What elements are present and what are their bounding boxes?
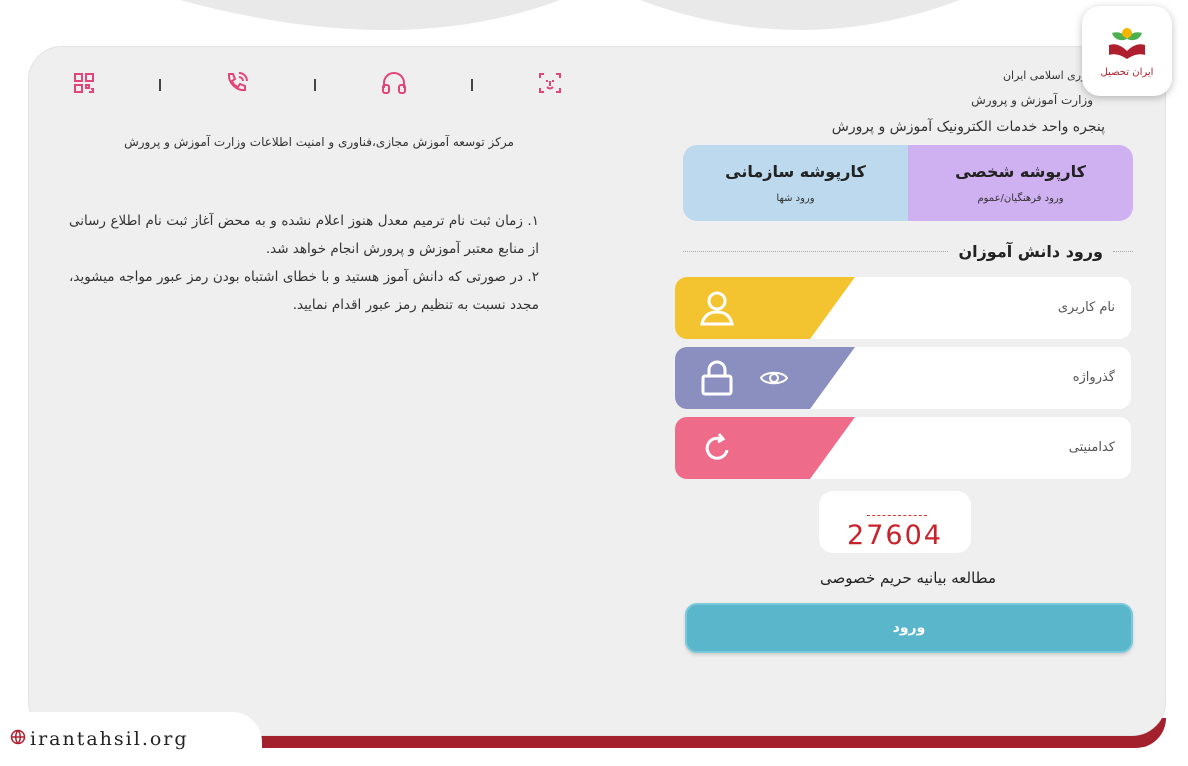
separator (471, 79, 474, 91)
divider (1113, 250, 1133, 252)
ministry-name: وزارت آموزش و پرورش (971, 93, 1093, 107)
login-type-tabs: کارپوشه سازمانی ورود شها کارپوشه شخصی ور… (683, 145, 1133, 221)
separator (158, 79, 161, 91)
eye-icon[interactable] (759, 367, 789, 393)
username-field[interactable]: نام کاربری (675, 277, 1131, 339)
section-title: ورود دانش آموزان (683, 239, 1133, 263)
book-sprout-icon (1109, 27, 1145, 59)
section-title-text: ورود دانش آموزان (958, 241, 1103, 261)
captcha-field[interactable]: کدامنیتی (675, 417, 1131, 479)
quick-icons-row (73, 65, 563, 105)
note-item: ۲. در صورتی که دانش آموز هستید و با خطای… (69, 269, 539, 313)
refresh-icon[interactable] (699, 428, 737, 472)
site-watermark: irantahsil.org (0, 712, 262, 766)
captcha-noise (867, 515, 927, 516)
tab-title: کارپوشه سازمانی (725, 162, 866, 181)
globe-icon (10, 729, 26, 749)
password-field[interactable]: گذرواژه (675, 347, 1131, 409)
captcha-label: کدامنیتی (1068, 440, 1115, 455)
qr-code-icon[interactable] (73, 72, 95, 98)
password-label: گذرواژه (1072, 370, 1115, 385)
captcha-image: 27604 (819, 491, 971, 553)
login-button[interactable]: ورود (685, 603, 1133, 653)
note-item: ۱. زمان ثبت نام ترمیم معدل هنوز اعلام نش… (69, 213, 539, 257)
tab-title: کارپوشه شخصی (955, 162, 1086, 181)
org-title: مرکز توسعه آموزش مجازی،فناوری و امنیت اط… (124, 135, 514, 149)
captcha-code: 27604 (847, 520, 943, 551)
tab-subtitle: ورود شها (776, 193, 815, 204)
portal-title: پنجره واحد خدمات الکترونیک آموزش و پرورش (831, 119, 1105, 135)
user-icon (697, 288, 737, 332)
tab-personal[interactable]: کارپوشه شخصی ورود فرهنگیان/عموم (908, 145, 1133, 221)
tab-subtitle: ورود فرهنگیان/عموم (977, 193, 1064, 204)
username-label: نام کاربری (1057, 300, 1115, 315)
face-id-icon[interactable] (537, 70, 563, 100)
lock-icon (697, 358, 737, 402)
site-url: irantahsil.org (30, 728, 189, 750)
notes-list: ۱. زمان ثبت نام ترمیم معدل هنوز اعلام نش… (69, 207, 539, 319)
privacy-link[interactable]: مطالعه بیانیه حریم خصوصی (683, 569, 1133, 587)
tab-organizational[interactable]: کارپوشه سازمانی ورود شها (683, 145, 908, 221)
login-card: مرکز توسعه آموزش مجازی،فناوری و امنیت اط… (28, 46, 1166, 736)
headset-icon[interactable] (380, 70, 408, 100)
brand-logo: ایران تحصیل (1082, 6, 1172, 96)
divider (683, 250, 949, 252)
separator (313, 79, 316, 91)
phone-icon[interactable] (224, 70, 250, 100)
logo-text: ایران تحصیل (1100, 66, 1154, 78)
